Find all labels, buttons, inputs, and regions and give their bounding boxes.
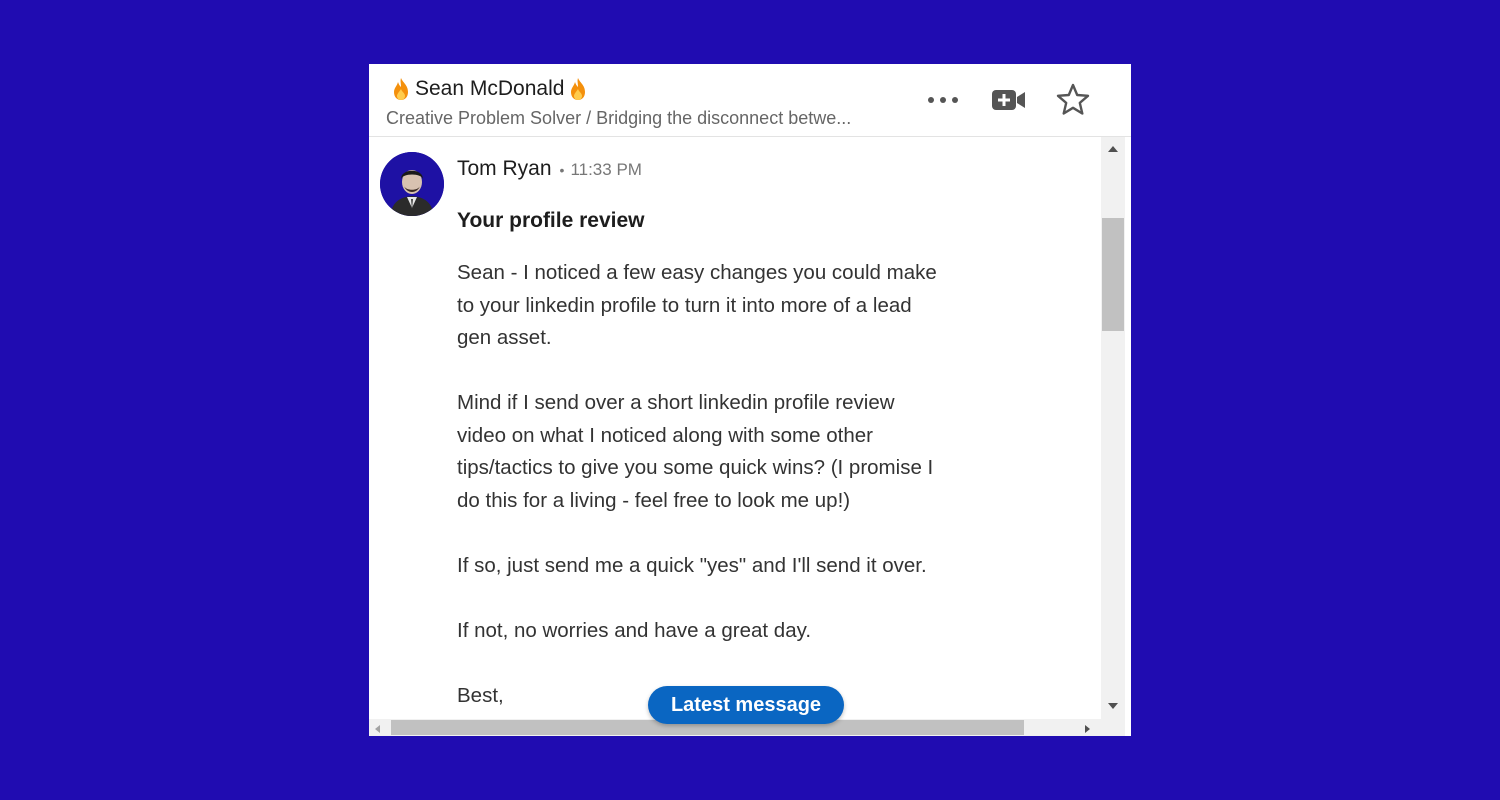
contact-headline: Creative Problem Solver / Bridging the d… — [386, 108, 852, 128]
message-body: Sean - I noticed a few easy changes you … — [457, 261, 937, 719]
sender-line: Tom Ryan • 11:33 PM — [457, 157, 642, 181]
separator-dot: • — [559, 162, 565, 178]
message-thread[interactable]: Tom Ryan • 11:33 PM Your profile review … — [369, 137, 1101, 719]
contact-name-row[interactable]: Sean McDonald — [391, 76, 588, 102]
scroll-up-icon[interactable] — [1108, 146, 1118, 152]
avatar[interactable] — [380, 152, 444, 216]
more-options-icon[interactable] — [924, 82, 964, 118]
message-timestamp: 11:33 PM — [570, 160, 642, 179]
vertical-scrollbar-thumb[interactable] — [1102, 218, 1124, 331]
contact-name[interactable]: Sean McDonald — [415, 77, 564, 101]
message-subject: Your profile review — [457, 209, 645, 232]
scroll-right-icon[interactable] — [1085, 725, 1090, 733]
scroll-down-icon[interactable] — [1108, 703, 1118, 709]
scroll-left-icon[interactable] — [375, 725, 380, 733]
sender-name[interactable]: Tom Ryan — [457, 157, 552, 181]
message-panel: Sean McDonald Creative Problem Solver / … — [369, 64, 1131, 736]
latest-message-button[interactable]: Latest message — [648, 686, 844, 724]
avatar-photo — [380, 152, 444, 216]
star-icon[interactable] — [1053, 82, 1093, 118]
fire-icon — [571, 78, 586, 100]
fire-icon — [394, 78, 408, 100]
conversation-header: Sean McDonald Creative Problem Solver / … — [369, 64, 1131, 137]
video-call-icon[interactable] — [989, 82, 1029, 118]
vertical-scrollbar[interactable] — [1101, 137, 1125, 719]
